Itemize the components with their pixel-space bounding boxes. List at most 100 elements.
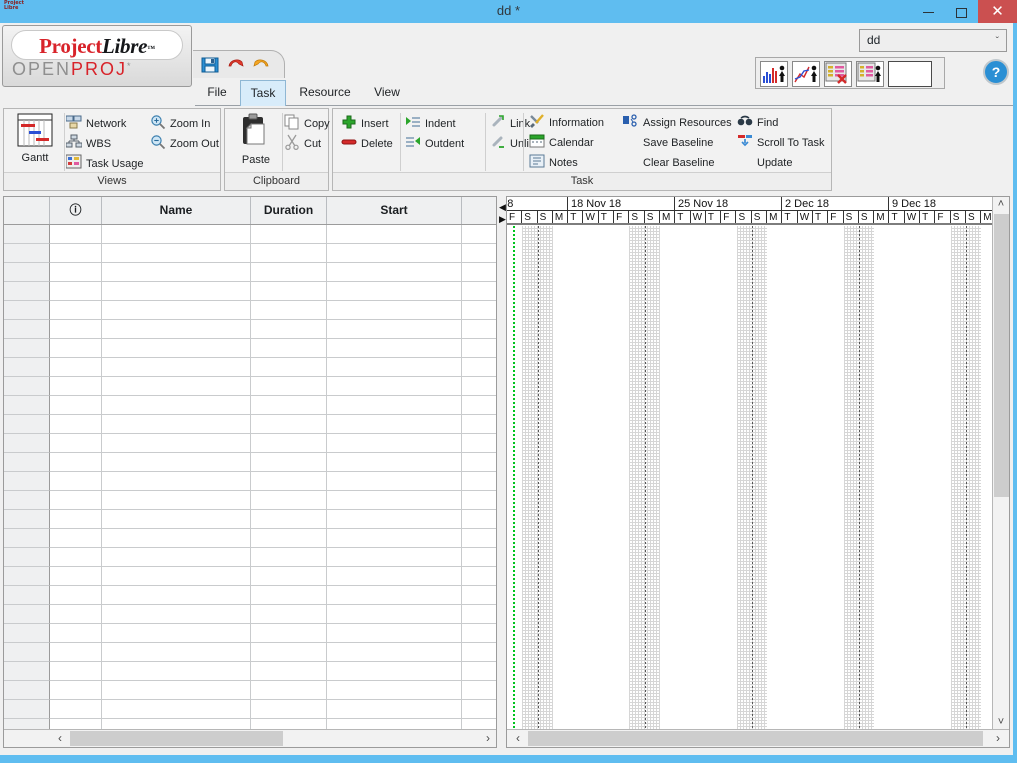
table-cell-start[interactable] [327,510,462,529]
table-cell-row-number[interactable] [4,700,50,719]
table-row[interactable] [4,320,499,339]
table-cell-name[interactable] [102,681,251,700]
table-cell-start[interactable] [327,396,462,415]
table-cell-indicator[interactable] [50,700,102,719]
table-cell-indicator[interactable] [50,586,102,605]
table-cell-indicator[interactable] [50,339,102,358]
table-cell-name[interactable] [102,301,251,320]
table-cell-indicator[interactable] [50,453,102,472]
table-cell-name[interactable] [102,263,251,282]
table-cell-duration[interactable] [251,567,327,586]
table-cell-filler[interactable] [462,605,499,624]
outdent-button[interactable]: Outdent [405,134,464,153]
table-cell-duration[interactable] [251,301,327,320]
resource-assignment-icon[interactable] [856,61,884,87]
vscroll-thumb[interactable] [994,214,1009,497]
table-cell-indicator[interactable] [50,301,102,320]
table-cell-duration[interactable] [251,453,327,472]
table-row[interactable] [4,643,499,662]
resource-usage-icon[interactable] [760,61,788,87]
table-cell-row-number[interactable] [4,358,50,377]
gantt-button[interactable]: Gantt [10,113,60,164]
table-cell-name[interactable] [102,567,251,586]
gantt-timeline-header[interactable]: 11 Nov 1818 Nov 1825 Nov 182 Dec 189 Dec… [507,197,993,225]
blank-field[interactable] [888,61,932,87]
table-cell-filler[interactable] [462,529,499,548]
table-cell-duration[interactable] [251,643,327,662]
table-cell-filler[interactable] [462,282,499,301]
table-cell-start[interactable] [327,681,462,700]
table-cell-duration[interactable] [251,529,327,548]
table-cell-indicator[interactable] [50,624,102,643]
gantt-hscroll-thumb[interactable] [528,731,983,746]
table-row[interactable] [4,700,499,719]
table-cell-indicator[interactable] [50,662,102,681]
table-cell-name[interactable] [102,700,251,719]
table-cell-duration[interactable] [251,434,327,453]
table-cell-duration[interactable] [251,377,327,396]
table-cell-indicator[interactable] [50,244,102,263]
name-column-header[interactable]: Name [102,197,251,224]
table-cell-start[interactable] [327,244,462,263]
table-cell-filler[interactable] [462,396,499,415]
maximize-button[interactable] [945,0,978,23]
save-baseline-button[interactable]: Save Baseline [623,133,713,152]
reports-chart-icon[interactable] [792,61,820,87]
table-row[interactable] [4,282,499,301]
table-cell-name[interactable] [102,472,251,491]
table-row[interactable] [4,396,499,415]
table-cell-name[interactable] [102,358,251,377]
insert-button[interactable]: Insert [341,114,389,133]
undo-icon[interactable] [226,55,246,75]
hscroll-left-arrow-icon[interactable]: ‹ [51,730,69,747]
table-row[interactable] [4,472,499,491]
wbs-button[interactable]: WBS [65,134,111,153]
table-row[interactable] [4,681,499,700]
table-row[interactable] [4,415,499,434]
help-button[interactable]: ? [983,59,1009,85]
table-cell-start[interactable] [327,434,462,453]
table-cell-start[interactable] [327,358,462,377]
table-cell-duration[interactable] [251,339,327,358]
table-cell-row-number[interactable] [4,548,50,567]
table-cell-indicator[interactable] [50,567,102,586]
table-cell-start[interactable] [327,453,462,472]
table-row[interactable] [4,301,499,320]
assign-resources-button[interactable]: Assign Resources [623,113,732,132]
calendar-button[interactable]: Calendar [529,133,594,152]
table-cell-indicator[interactable] [50,225,102,244]
table-cell-name[interactable] [102,282,251,301]
table-cell-filler[interactable] [462,643,499,662]
table-cell-filler[interactable] [462,491,499,510]
table-cell-duration[interactable] [251,624,327,643]
table-cell-filler[interactable] [462,434,499,453]
table-cell-duration[interactable] [251,472,327,491]
table-cell-filler[interactable] [462,358,499,377]
table-cell-duration[interactable] [251,244,327,263]
table-row[interactable] [4,624,499,643]
table-cell-name[interactable] [102,548,251,567]
table-cell-start[interactable] [327,491,462,510]
table-cell-row-number[interactable] [4,662,50,681]
table-cell-name[interactable] [102,491,251,510]
table-cell-name[interactable] [102,643,251,662]
table-cell-start[interactable] [327,320,462,339]
table-cell-start[interactable] [327,377,462,396]
table-cell-row-number[interactable] [4,320,50,339]
table-cell-row-number[interactable] [4,605,50,624]
table-cell-start[interactable] [327,624,462,643]
table-cell-row-number[interactable] [4,491,50,510]
tab-task[interactable]: Task [240,80,286,106]
table-cell-duration[interactable] [251,662,327,681]
table-cell-filler[interactable] [462,377,499,396]
link-button[interactable]: Link [490,114,530,133]
table-cell-indicator[interactable] [50,643,102,662]
table-cell-indicator[interactable] [50,529,102,548]
table-cell-indicator[interactable] [50,415,102,434]
table-cell-duration[interactable] [251,700,327,719]
table-row[interactable] [4,567,499,586]
zoom-out-button[interactable]: Zoom Out [150,134,219,153]
table-cell-row-number[interactable] [4,586,50,605]
table-cell-duration[interactable] [251,510,327,529]
table-cell-name[interactable] [102,377,251,396]
